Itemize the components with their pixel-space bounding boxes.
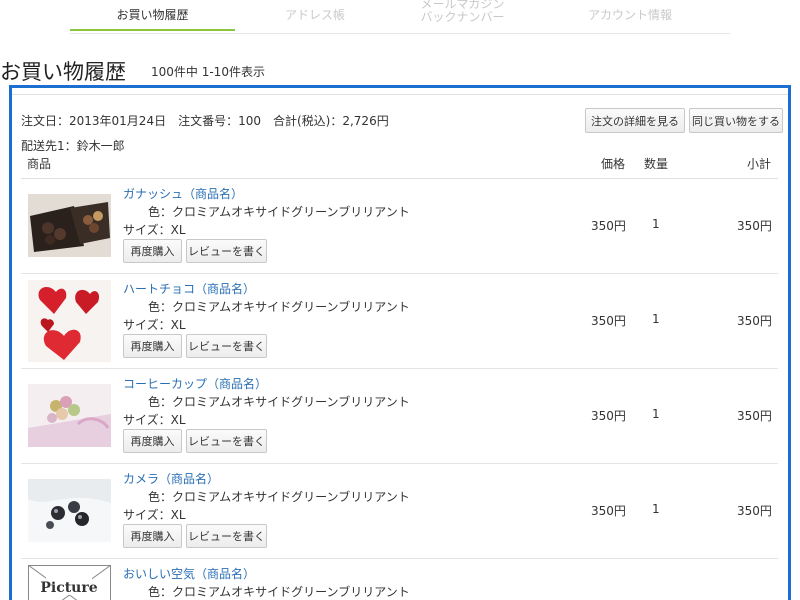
product-name-link[interactable]: ハートチョコ（商品名）	[123, 280, 255, 297]
col-subtotal: 小計	[747, 157, 772, 171]
rebuy-button[interactable]: 再度購入	[123, 239, 182, 263]
tab-address-book[interactable]: アドレス帳	[235, 0, 395, 30]
item-price: 350円	[591, 314, 626, 328]
product-image-heart-chocolates[interactable]	[28, 280, 111, 362]
product-name-link[interactable]: カメラ（商品名）	[123, 470, 219, 487]
product-size: サイズ：XL	[123, 508, 186, 522]
tab-account-info[interactable]: アカウント情報	[530, 0, 730, 30]
item-subtotal: 350円	[737, 504, 772, 518]
rebuy-button[interactable]: 再度購入	[123, 334, 182, 358]
item-price: 350円	[591, 504, 626, 518]
list-item: カメラ（商品名） 色：クロミアムオキサイドグリーンブリリアント サイズ：XL 再…	[21, 464, 778, 559]
buy-same-button[interactable]: 同じ買い物をする	[689, 108, 783, 133]
write-review-button[interactable]: レビューを書く	[186, 524, 267, 548]
product-size: サイズ：XL	[123, 413, 186, 427]
product-image-placeholder[interactable]: Picture	[28, 565, 111, 600]
col-price: 価格	[601, 157, 626, 171]
page-title: お買い物履歴	[0, 60, 126, 84]
rebuy-button[interactable]: 再度購入	[123, 429, 182, 453]
product-color: 色：クロミアムオキサイドグリーンブリリアント	[148, 300, 410, 314]
product-size: サイズ：XL	[123, 318, 186, 332]
item-price: 350円	[591, 219, 626, 233]
ship-to: 配送先1：鈴木一郎	[21, 139, 125, 153]
product-image-macarons[interactable]	[28, 384, 111, 447]
product-image-chocolate-balls[interactable]	[28, 479, 111, 542]
tab-bar: お買い物履歴 アドレス帳 メールマガジン バックナンバー アカウント情報	[70, 0, 730, 34]
product-name-link[interactable]: コーヒーカップ（商品名）	[123, 375, 267, 392]
list-item: ガナッシュ（商品名） 色：クロミアムオキサイドグリーンブリリアント サイズ：XL…	[21, 179, 778, 274]
result-count: 100件中 1-10件表示	[151, 65, 265, 79]
product-name-link[interactable]: ガナッシュ（商品名）	[123, 185, 243, 202]
item-subtotal: 350円	[737, 409, 772, 423]
list-item: コーヒーカップ（商品名） 色：クロミアムオキサイドグリーンブリリアント サイズ：…	[21, 369, 778, 464]
item-qty: 1	[652, 502, 660, 516]
write-review-button[interactable]: レビューを書く	[186, 239, 267, 263]
tab-newsletter-backnumber[interactable]: メールマガジン バックナンバー	[395, 0, 530, 26]
product-color: 色：クロミアムオキサイドグリーンブリリアント	[148, 395, 410, 409]
placeholder-text: Picture	[40, 580, 97, 596]
col-qty: 数量	[644, 157, 669, 171]
item-qty: 1	[652, 217, 660, 231]
product-color: 色：クロミアムオキサイドグリーンブリリアント	[148, 490, 410, 504]
item-qty: 1	[652, 407, 660, 421]
item-subtotal: 350円	[737, 219, 772, 233]
product-name-link[interactable]: おいしい空気（商品名）	[123, 565, 255, 582]
write-review-button[interactable]: レビューを書く	[186, 429, 267, 453]
col-product: 商品	[27, 157, 52, 171]
product-image-chocolates-tray[interactable]	[28, 194, 111, 257]
list-item: ハートチョコ（商品名） 色：クロミアムオキサイドグリーンブリリアント サイズ：X…	[21, 274, 778, 369]
order-detail-button[interactable]: 注文の詳細を見る	[585, 108, 685, 133]
item-price: 350円	[591, 409, 626, 423]
order-summary: 注文日：2013年01月24日 注文番号：100 合計(税込)：2,726円	[21, 114, 389, 128]
write-review-button[interactable]: レビューを書く	[186, 334, 267, 358]
item-qty: 1	[652, 312, 660, 326]
rebuy-button[interactable]: 再度購入	[123, 524, 182, 548]
item-subtotal: 350円	[737, 314, 772, 328]
product-color: 色：クロミアムオキサイドグリーンブリリアント	[148, 205, 410, 219]
product-size: サイズ：XL	[123, 223, 186, 237]
list-item: Picture おいしい空気（商品名） 色：クロミアムオキサイドグリーンブリリア…	[21, 559, 778, 600]
product-color: 色：クロミアムオキサイドグリーンブリリアント	[148, 585, 410, 599]
tab-purchase-history[interactable]: お買い物履歴	[70, 0, 235, 31]
